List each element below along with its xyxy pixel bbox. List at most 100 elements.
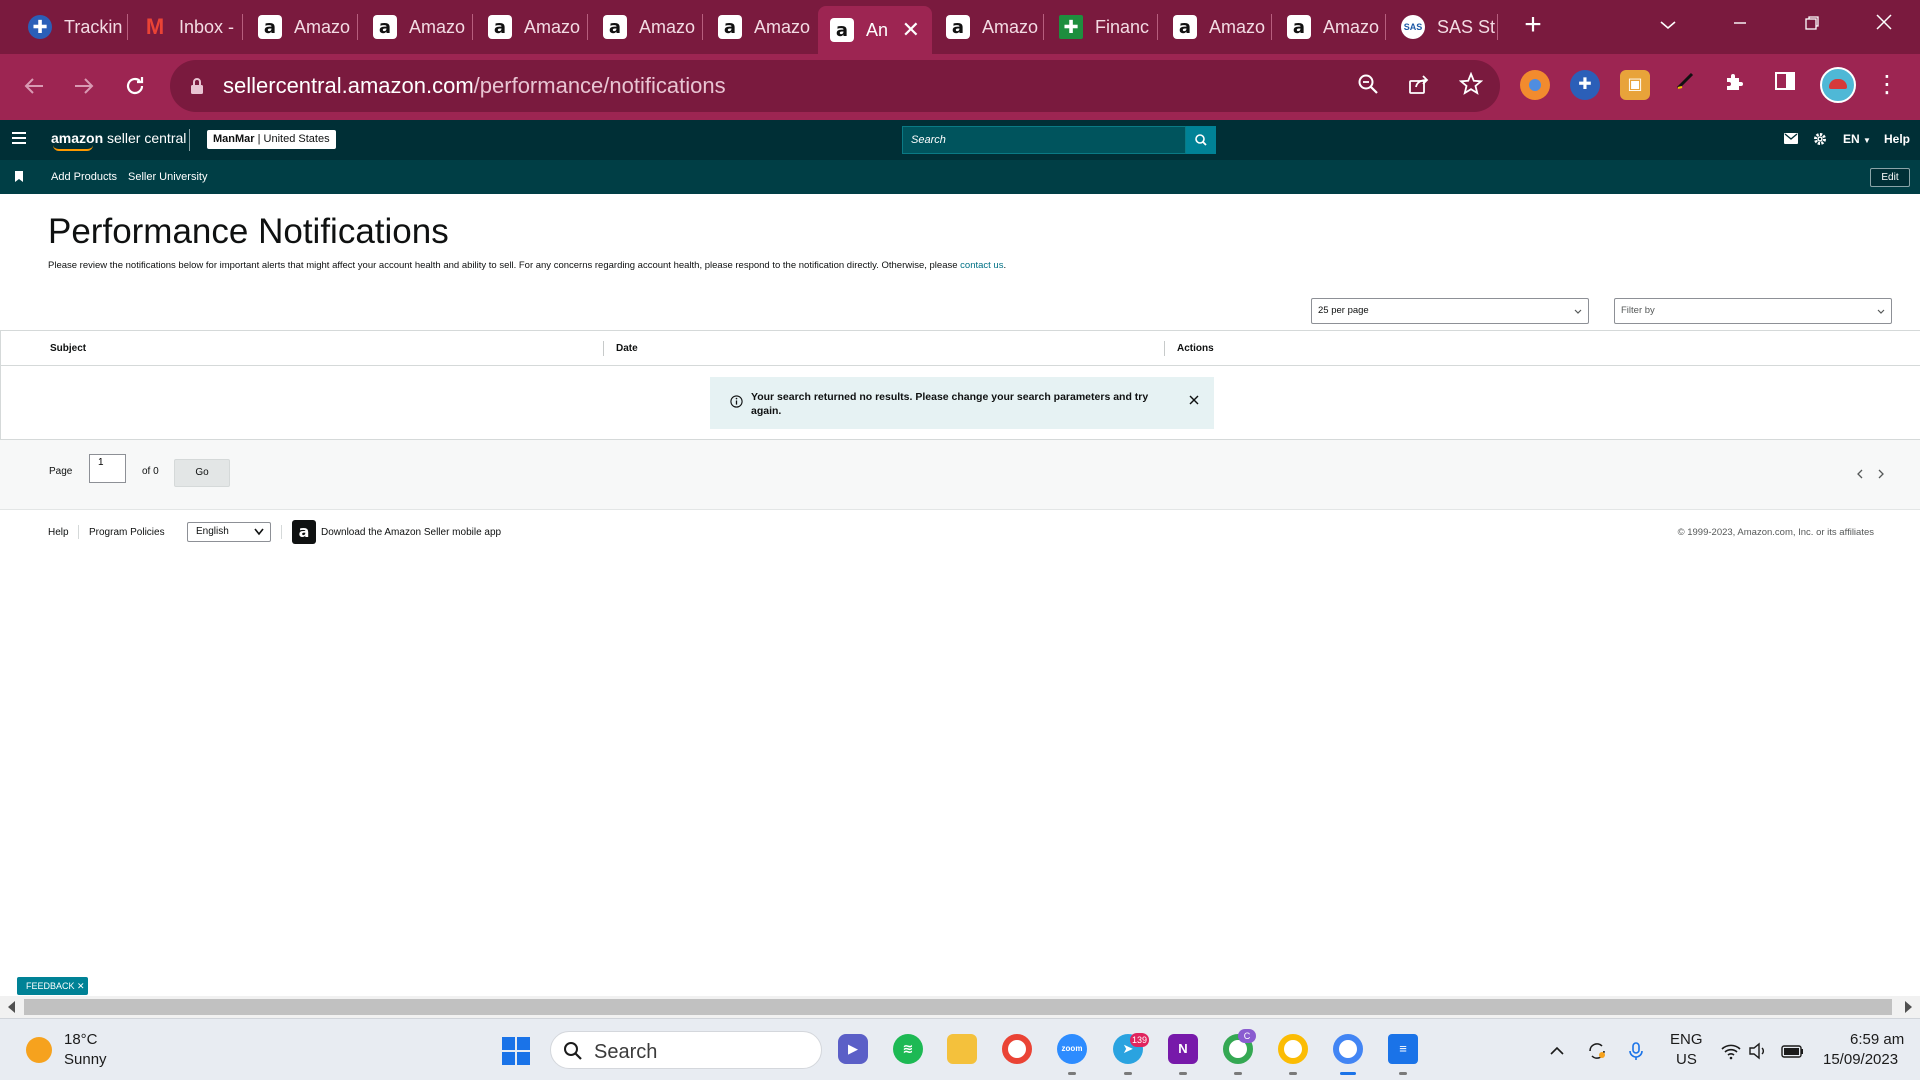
- settings-gear-icon[interactable]: [1813, 132, 1827, 149]
- browser-tab-tracking[interactable]: ✚ Trackin: [16, 8, 122, 46]
- extensions-puzzle-icon[interactable]: [1720, 70, 1750, 100]
- extension-orange-icon[interactable]: [1520, 70, 1550, 100]
- scrollbar-thumb[interactable]: [24, 999, 1892, 1015]
- sync-icon[interactable]: [1586, 1041, 1608, 1061]
- weather-temperature[interactable]: 18°C: [64, 1031, 98, 1048]
- new-tab-button[interactable]: +: [1517, 10, 1549, 42]
- bookmark-icon[interactable]: [15, 171, 23, 182]
- tab-label: Inbox -: [179, 16, 235, 37]
- horizontal-scrollbar[interactable]: [0, 996, 1920, 1018]
- footer-help-link[interactable]: Help: [48, 527, 69, 538]
- dismiss-alert-icon[interactable]: [1188, 394, 1200, 406]
- browser-tab-sas[interactable]: SAS SAS St: [1389, 8, 1495, 46]
- file-explorer-icon[interactable]: [947, 1034, 977, 1064]
- browser-tab-amazon[interactable]: a Amazo: [706, 8, 812, 46]
- close-tab-icon[interactable]: ✕: [902, 17, 920, 43]
- clock-date[interactable]: 15/09/2023: [1823, 1051, 1898, 1068]
- scroll-left-icon[interactable]: [8, 1001, 15, 1013]
- clock-time[interactable]: 6:59 am: [1850, 1031, 1904, 1048]
- extension-pen-icon[interactable]: [1670, 70, 1700, 100]
- weather-sun-icon[interactable]: [26, 1037, 52, 1063]
- footer-language-select[interactable]: English: [187, 522, 271, 542]
- wifi-icon[interactable]: [1720, 1041, 1742, 1061]
- bookmark-add-products[interactable]: Add Products: [51, 171, 117, 183]
- extension-tracker-icon[interactable]: ✚: [1570, 70, 1600, 100]
- seller-search-button[interactable]: [1186, 126, 1216, 154]
- column-header-date[interactable]: Date: [616, 343, 638, 354]
- tab-search-chevron-icon[interactable]: [1648, 8, 1688, 40]
- hamburger-menu-icon[interactable]: [12, 132, 26, 146]
- mail-icon[interactable]: [1784, 133, 1798, 147]
- footer-download-app-link[interactable]: Download the Amazon Seller mobile app: [321, 527, 501, 538]
- profile-avatar[interactable]: [1820, 67, 1856, 103]
- close-feedback-icon[interactable]: ✕: [77, 981, 85, 991]
- chrome-profile-icon[interactable]: [1278, 1034, 1308, 1064]
- bookmark-seller-university[interactable]: Seller University: [128, 171, 207, 183]
- per-page-select[interactable]: 25 per page: [1311, 298, 1589, 324]
- browser-tab-amazon[interactable]: a Amazo: [246, 8, 352, 46]
- browser-tab-amazon[interactable]: a Amazo: [361, 8, 467, 46]
- language-switcher[interactable]: EN ▼: [1843, 132, 1871, 146]
- seller-central-logo[interactable]: amazon seller central: [51, 130, 186, 151]
- seller-search-input[interactable]: Search: [902, 126, 1186, 154]
- restore-window-button[interactable]: [1792, 8, 1832, 40]
- microphone-icon[interactable]: [1626, 1041, 1648, 1061]
- browser-tab-amazon[interactable]: a Amazo: [934, 8, 1040, 46]
- scroll-right-icon[interactable]: [1905, 1001, 1912, 1013]
- edit-bookmarks-button[interactable]: Edit: [1870, 168, 1910, 187]
- browser-tab-active[interactable]: a An ✕: [818, 6, 932, 54]
- forward-arrow-icon[interactable]: [66, 68, 102, 104]
- extension-jar-icon[interactable]: ▣: [1620, 70, 1650, 100]
- browser-tab-amazon[interactable]: a Amazo: [1275, 8, 1381, 46]
- bookmark-star-icon[interactable]: [1457, 71, 1485, 100]
- close-window-button[interactable]: [1864, 8, 1904, 40]
- minimize-window-button[interactable]: [1720, 8, 1760, 40]
- side-panel-icon[interactable]: [1770, 70, 1800, 100]
- column-header-subject[interactable]: Subject: [50, 343, 86, 354]
- weather-condition[interactable]: Sunny: [64, 1051, 107, 1068]
- teams-chat-icon[interactable]: ▶: [838, 1034, 868, 1064]
- address-bar[interactable]: sellercentral.amazon.com/performance/not…: [170, 60, 1500, 112]
- browser-tab-amazon[interactable]: a Amazo: [1161, 8, 1267, 46]
- tab-label: SAS St: [1437, 16, 1495, 37]
- browser-tab-finance[interactable]: ✚ Financ: [1047, 8, 1153, 46]
- chrome-active-icon[interactable]: [1333, 1034, 1363, 1064]
- input-language-top[interactable]: ENG: [1670, 1031, 1703, 1048]
- battery-icon[interactable]: [1781, 1041, 1803, 1061]
- browser-tab-amazon[interactable]: a Amazo: [476, 8, 582, 46]
- browser-tab-amazon[interactable]: a Amazo: [591, 8, 697, 46]
- taskbar-search-box[interactable]: Search: [550, 1031, 822, 1069]
- next-page-icon[interactable]: [1876, 469, 1886, 479]
- app-active-indicator: [1340, 1072, 1356, 1075]
- zoom-app-icon[interactable]: zoom: [1057, 1034, 1087, 1064]
- zoom-icon[interactable]: [1354, 72, 1382, 100]
- seller-central-header: amazon seller central ManMar | United St…: [0, 120, 1920, 160]
- store-switcher[interactable]: ManMar | United States: [207, 130, 336, 149]
- footer-program-policies-link[interactable]: Program Policies: [89, 527, 165, 538]
- chrome-menu-icon[interactable]: ⋮: [1872, 70, 1902, 100]
- previous-page-icon[interactable]: [1856, 469, 1866, 479]
- browser-tab-inbox[interactable]: M Inbox -: [131, 8, 237, 46]
- input-language-bottom[interactable]: US: [1676, 1051, 1697, 1068]
- page-description: Please review the notifications below fo…: [48, 260, 1006, 271]
- contact-us-link[interactable]: contact us: [960, 260, 1003, 271]
- reload-icon[interactable]: [117, 68, 153, 104]
- feedback-button[interactable]: FEEDBACK ✕: [17, 977, 88, 995]
- back-arrow-icon[interactable]: [16, 68, 52, 104]
- help-link[interactable]: Help: [1884, 132, 1910, 146]
- filter-by-select[interactable]: Filter by: [1614, 298, 1892, 324]
- volume-icon[interactable]: [1748, 1041, 1770, 1061]
- amazon-seller-app-icon[interactable]: a: [292, 520, 316, 544]
- lock-icon[interactable]: [190, 77, 204, 95]
- windows-start-icon[interactable]: [502, 1037, 530, 1065]
- go-button[interactable]: Go: [174, 459, 230, 487]
- onenote-icon[interactable]: N: [1168, 1034, 1198, 1064]
- pagination-bar: Page of 0 Go: [0, 440, 1920, 510]
- page-number-input[interactable]: [89, 454, 126, 483]
- amazon-smile-icon: [53, 145, 93, 151]
- notepad-icon[interactable]: ≡: [1388, 1034, 1418, 1064]
- share-icon[interactable]: [1405, 72, 1433, 100]
- spotify-icon[interactable]: ≋: [893, 1034, 923, 1064]
- chrome-icon[interactable]: [1002, 1034, 1032, 1064]
- show-hidden-icons-chevron-up-icon[interactable]: [1547, 1041, 1569, 1061]
